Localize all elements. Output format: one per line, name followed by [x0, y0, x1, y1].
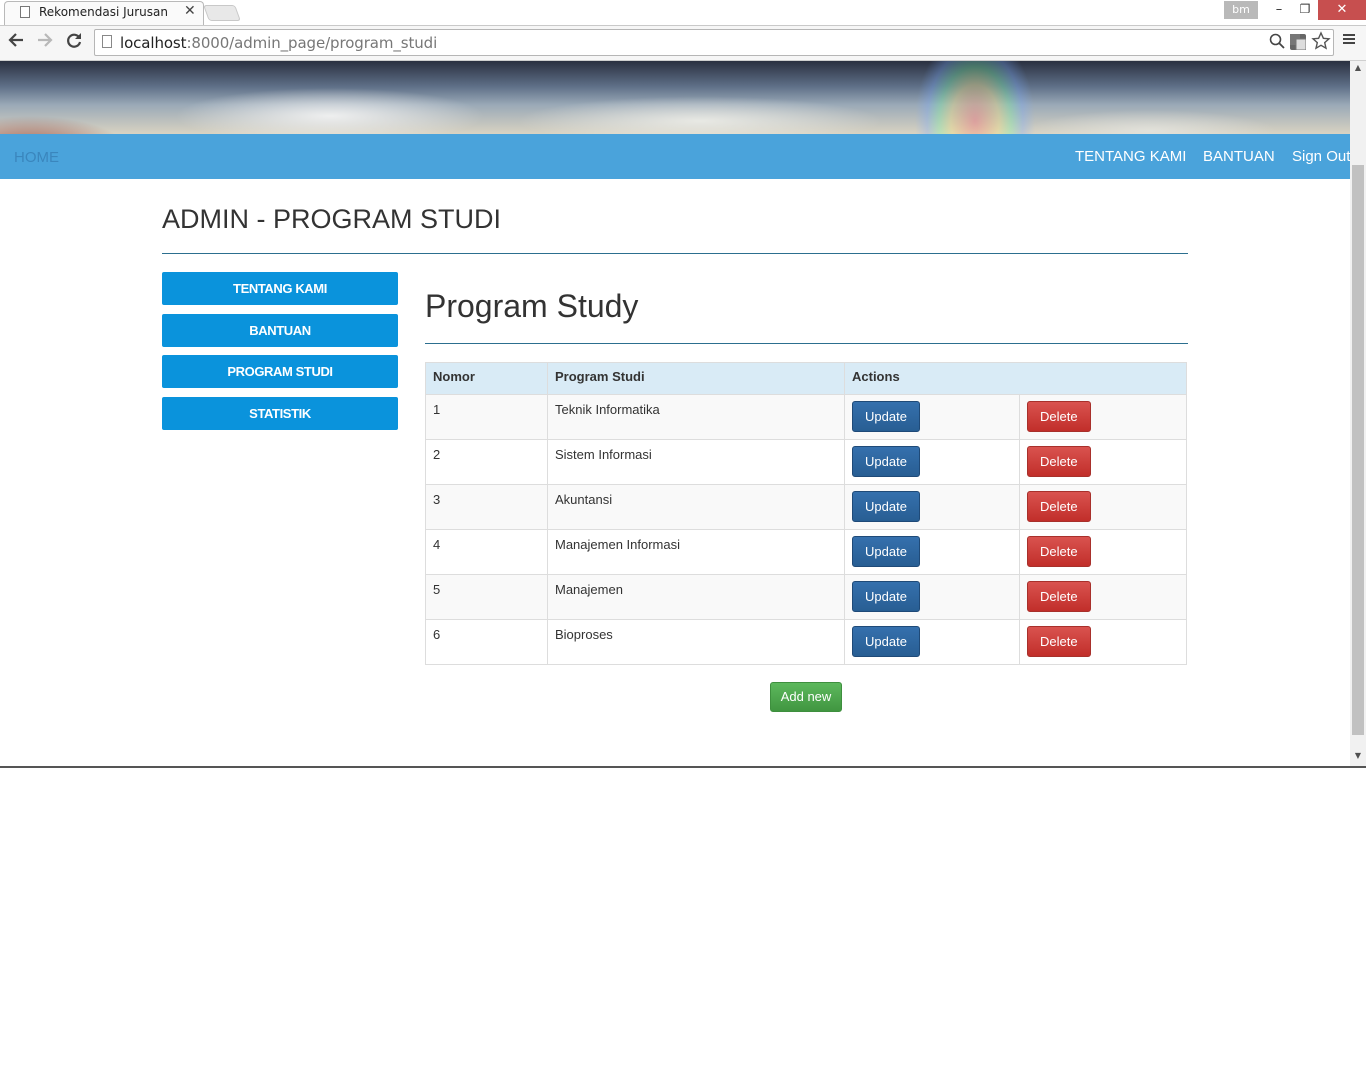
cell-nomor: 6: [425, 619, 548, 665]
update-button[interactable]: Update: [852, 491, 920, 522]
profile-badge[interactable]: bm: [1224, 1, 1258, 19]
page-viewport: HOME TENTANG KAMI BANTUAN Sign Out ADMIN…: [0, 61, 1366, 767]
url-host: localhost: [120, 34, 187, 52]
cell-delete-action: Delete: [1019, 394, 1187, 440]
column-header-nomor: Nomor: [425, 362, 548, 395]
back-icon[interactable]: [6, 30, 28, 54]
scroll-up-arrow-icon[interactable]: ▲: [1350, 63, 1366, 77]
update-button[interactable]: Update: [852, 626, 920, 657]
add-new-button[interactable]: Add new: [770, 682, 842, 712]
update-button[interactable]: Update: [852, 401, 920, 432]
column-header-actions: Actions: [844, 362, 1187, 395]
cell-nomor: 5: [425, 574, 548, 620]
tab-close-icon[interactable]: ✕: [184, 3, 196, 19]
url-path: :8000/admin_page/program_studi: [186, 34, 438, 52]
cell-program-studi: Bioproses: [547, 619, 845, 665]
cell-update-action: Update: [844, 394, 1020, 440]
cell-delete-action: Delete: [1019, 619, 1187, 665]
table-row: 6 Bioproses Update Delete: [425, 619, 1187, 665]
nav-bantuan-link[interactable]: BANTUAN: [1203, 148, 1275, 165]
cell-update-action: Update: [844, 484, 1020, 530]
minimize-icon[interactable]: –: [1266, 2, 1292, 20]
update-button[interactable]: Update: [852, 536, 920, 567]
cell-update-action: Update: [844, 529, 1020, 575]
cell-nomor: 4: [425, 529, 548, 575]
cell-program-studi: Akuntansi: [547, 484, 845, 530]
section-heading: Program Study: [425, 288, 639, 324]
star-icon[interactable]: [1311, 31, 1331, 56]
cell-delete-action: Delete: [1019, 439, 1187, 485]
reload-icon[interactable]: [64, 30, 86, 54]
delete-button[interactable]: Delete: [1027, 401, 1091, 432]
cell-program-studi: Teknik Informatika: [547, 394, 845, 440]
zoom-icon[interactable]: [1269, 33, 1285, 53]
table-body: 1 Teknik Informatika Update Delete 2 Sistem I…: [425, 394, 1187, 665]
section-divider: [425, 343, 1188, 344]
sidebar-item-tentang-kami[interactable]: TENTANG KAMI: [162, 272, 398, 305]
scrollbar-thumb[interactable]: [1352, 165, 1364, 735]
table-row: 4 Manajemen Informasi Update Delete: [425, 529, 1187, 575]
page-title: ADMIN - PROGRAM STUDI: [162, 204, 502, 234]
table-row: 2 Sistem Informasi Update Delete: [425, 439, 1187, 485]
cell-program-studi: Manajemen: [547, 574, 845, 620]
cell-delete-action: Delete: [1019, 529, 1187, 575]
forward-icon[interactable]: [35, 30, 57, 54]
cell-update-action: Update: [844, 619, 1020, 665]
page-icon: [102, 35, 112, 48]
menu-icon[interactable]: [1341, 31, 1357, 52]
viewport-bottom-edge: [0, 766, 1366, 768]
header-banner-image: [0, 61, 1350, 134]
column-header-program-studi: Program Studi: [547, 362, 845, 395]
nav-sign-out-link[interactable]: Sign Out: [1292, 148, 1350, 165]
new-tab-button[interactable]: [203, 5, 241, 21]
cell-nomor: 3: [425, 484, 548, 530]
sidebar-item-bantuan[interactable]: BANTUAN: [162, 314, 398, 347]
cell-update-action: Update: [844, 574, 1020, 620]
title-divider: [162, 253, 1188, 254]
delete-button[interactable]: Delete: [1027, 446, 1091, 477]
scroll-down-arrow-icon[interactable]: ▼: [1350, 751, 1366, 765]
page-icon: [20, 6, 30, 18]
cell-program-studi: Sistem Informasi: [547, 439, 845, 485]
delete-button[interactable]: Delete: [1027, 536, 1091, 567]
sidebar-item-program-studi[interactable]: PROGRAM STUDI: [162, 355, 398, 388]
cell-nomor: 1: [425, 394, 548, 440]
table-row: 1 Teknik Informatika Update Delete: [425, 394, 1187, 440]
sidebar-item-statistik[interactable]: STATISTIK: [162, 397, 398, 430]
program-studi-table: Nomor Program Studi Actions 1 Teknik Info…: [425, 362, 1187, 665]
cell-delete-action: Delete: [1019, 574, 1187, 620]
url-text[interactable]: localhost:8000/admin_page/program_studi: [120, 34, 437, 52]
table-row: 3 Akuntansi Update Delete: [425, 484, 1187, 530]
delete-button[interactable]: Delete: [1027, 626, 1091, 657]
cell-delete-action: Delete: [1019, 484, 1187, 530]
translate-icon[interactable]: [1290, 34, 1307, 51]
update-button[interactable]: Update: [852, 446, 920, 477]
cell-nomor: 2: [425, 439, 548, 485]
cell-update-action: Update: [844, 439, 1020, 485]
table-header-row: Nomor Program Studi Actions: [425, 362, 1187, 395]
nav-tentang-kami-link[interactable]: TENTANG KAMI: [1075, 148, 1186, 165]
nav-home-link[interactable]: HOME: [14, 149, 59, 166]
delete-button[interactable]: Delete: [1027, 491, 1091, 522]
cell-program-studi: Manajemen Informasi: [547, 529, 845, 575]
delete-button[interactable]: Delete: [1027, 581, 1091, 612]
tab-title: Rekomendasi Jurusan: [39, 5, 168, 19]
restore-icon[interactable]: ❐: [1292, 2, 1318, 20]
window-close-icon[interactable]: ✕: [1318, 0, 1366, 20]
update-button[interactable]: Update: [852, 581, 920, 612]
table-row: 5 Manajemen Update Delete: [425, 574, 1187, 620]
